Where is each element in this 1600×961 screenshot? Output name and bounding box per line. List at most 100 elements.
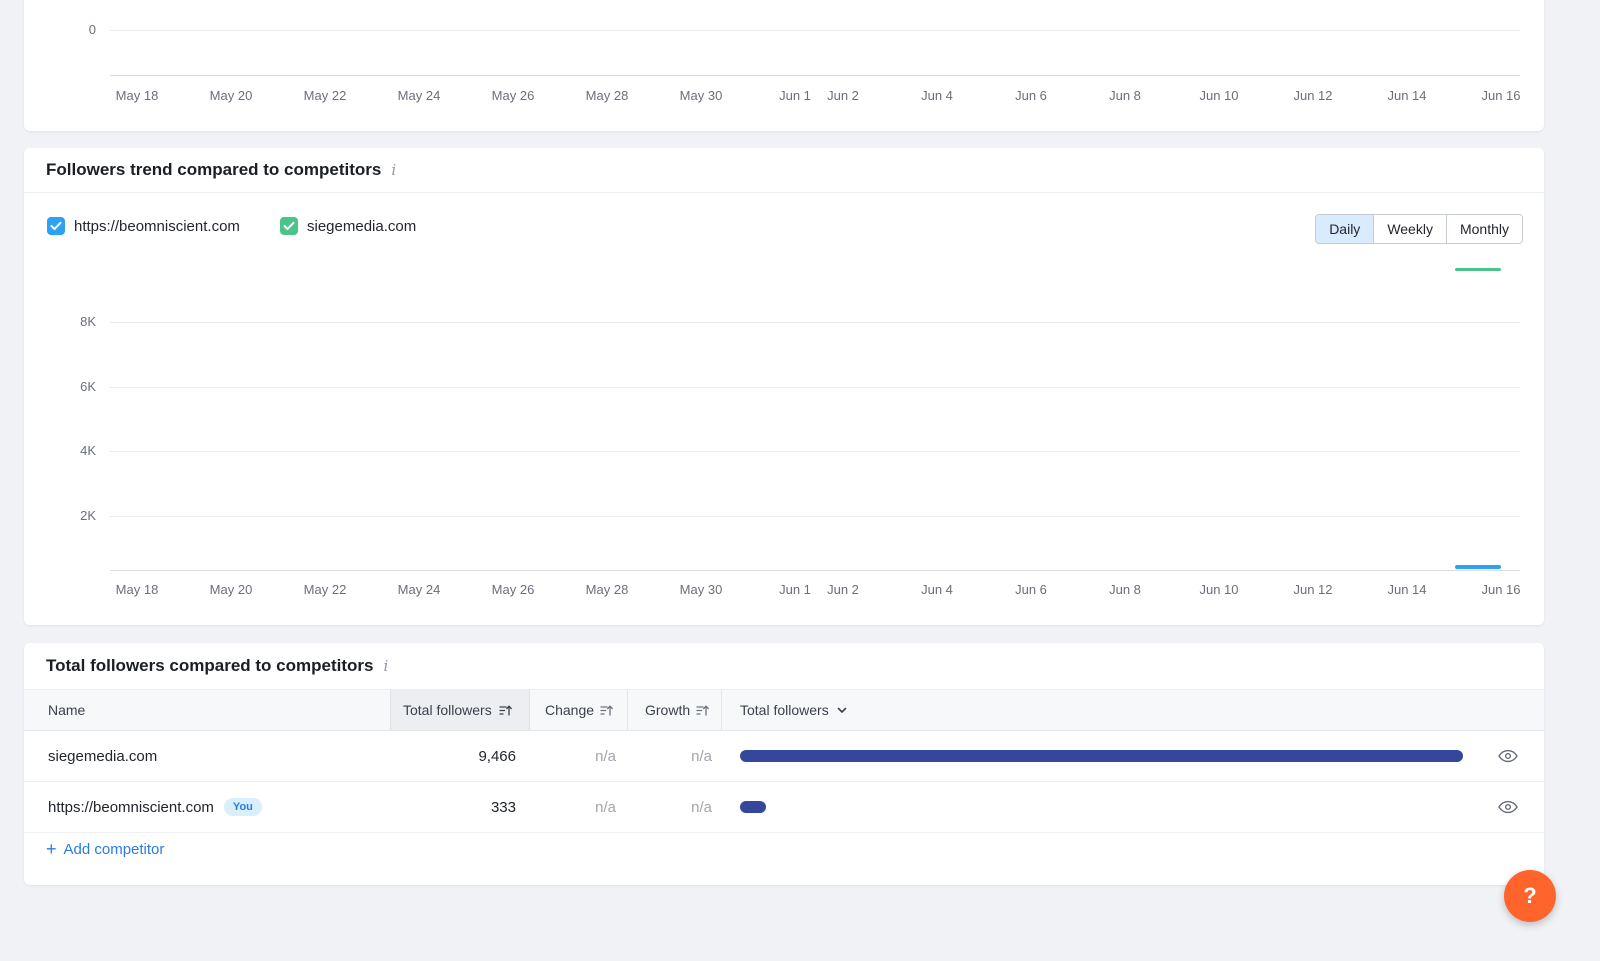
x-axis-label: May 30	[680, 582, 723, 597]
x-axis-label: Jun 12	[1293, 88, 1332, 103]
info-icon[interactable]: i	[383, 657, 388, 675]
y-axis-label: 2K	[56, 508, 96, 524]
y-axis-label: 4K	[56, 443, 96, 459]
x-axis-label: May 20	[210, 88, 253, 103]
legend-item-beomniscient[interactable]: https://beomniscient.com	[47, 217, 240, 235]
table-row-beomniscient: https://beomniscient.com You 333 n/a n/a	[24, 782, 1544, 833]
x-axis-label: May 22	[304, 88, 347, 103]
gridline	[110, 516, 1520, 517]
column-header-label: Total followers	[740, 702, 829, 718]
granularity-monthly-button[interactable]: Monthly	[1446, 215, 1522, 243]
check-icon	[283, 221, 295, 231]
growth-cell: n/a	[628, 748, 722, 765]
card-title: Total followers compared to competitors	[46, 656, 373, 676]
x-axis-label: May 18	[116, 582, 159, 597]
x-axis-label: Jun 10	[1199, 582, 1238, 597]
card-header: Followers trend compared to competitors …	[24, 148, 1544, 193]
chevron-down-icon	[836, 704, 848, 716]
x-axis-label: Jun 2	[827, 88, 859, 103]
total-followers-cell: 9,466	[390, 748, 530, 765]
top-chart-card: 0 May 18 May 20 May 22 May 24 May 26 May…	[24, 0, 1544, 131]
x-axis-label: Jun 16	[1481, 582, 1520, 597]
add-competitor-button[interactable]: + Add competitor	[46, 840, 164, 858]
growth-cell: n/a	[628, 799, 722, 816]
checkbox-siegemedia[interactable]	[280, 217, 298, 235]
legend-label: https://beomniscient.com	[74, 218, 240, 235]
y-axis-label-zero: 0	[56, 22, 96, 38]
followers-bar	[740, 750, 1463, 762]
bar-track	[740, 750, 1463, 762]
x-axis-label: May 24	[398, 582, 441, 597]
sort-icon	[600, 704, 613, 717]
x-axis-label: Jun 4	[921, 88, 953, 103]
x-axis-label: May 26	[492, 88, 535, 103]
siegemedia-line-series	[1455, 268, 1501, 271]
followers-trend-card: Followers trend compared to competitors …	[24, 148, 1544, 625]
page: 0 May 18 May 20 May 22 May 24 May 26 May…	[0, 0, 1600, 961]
change-cell: n/a	[530, 799, 628, 816]
check-icon	[50, 221, 62, 231]
column-header-bar-metric-select[interactable]: Total followers	[722, 690, 1544, 730]
checkbox-beomniscient[interactable]	[47, 217, 65, 235]
plus-icon: +	[46, 840, 57, 858]
info-icon[interactable]: i	[391, 161, 396, 179]
gridline	[110, 387, 1520, 388]
followers-bar	[740, 801, 766, 813]
granularity-daily-button[interactable]: Daily	[1316, 215, 1373, 243]
card-title: Followers trend compared to competitors	[46, 160, 381, 180]
x-axis-label: Jun 6	[1015, 582, 1047, 597]
x-axis-label: May 30	[680, 88, 723, 103]
total-followers-card: Total followers compared to competitors …	[24, 643, 1544, 885]
followers-bar-cell	[722, 749, 1544, 763]
column-header-label: Name	[48, 702, 85, 718]
change-cell: n/a	[530, 748, 628, 765]
x-axis-label: Jun 1	[779, 88, 811, 103]
x-axis-label: May 28	[586, 88, 629, 103]
bar-track	[740, 801, 1463, 813]
granularity-switch: Daily Weekly Monthly	[1315, 214, 1523, 244]
x-axis-label: Jun 14	[1387, 582, 1426, 597]
gridline-zero	[110, 30, 1520, 31]
column-header-total-followers[interactable]: Total followers	[390, 690, 530, 730]
y-axis-label: 8K	[56, 314, 96, 330]
followers-bar-cell	[722, 800, 1544, 814]
legend-item-siegemedia[interactable]: siegemedia.com	[280, 217, 416, 235]
eye-icon[interactable]	[1498, 800, 1518, 814]
x-axis-label: May 20	[210, 582, 253, 597]
column-header-label: Change	[545, 702, 594, 718]
column-header-growth[interactable]: Growth	[628, 690, 722, 730]
card-header: Total followers compared to competitors …	[24, 643, 1544, 689]
column-header-label: Growth	[645, 702, 690, 718]
help-button[interactable]: ?	[1504, 870, 1556, 922]
competitor-name-cell: siegemedia.com	[24, 748, 390, 765]
x-axis-line	[110, 570, 1520, 571]
x-axis-label: May 28	[586, 582, 629, 597]
column-header-name: Name	[24, 690, 390, 730]
x-axis-line	[110, 75, 1520, 76]
x-axis-label: May 18	[116, 88, 159, 103]
x-axis-label: May 26	[492, 582, 535, 597]
total-followers-cell: 333	[390, 799, 530, 816]
column-header-label: Total followers	[403, 702, 492, 718]
eye-icon[interactable]	[1498, 749, 1518, 763]
granularity-weekly-button[interactable]: Weekly	[1373, 215, 1446, 243]
sort-icon	[499, 704, 512, 717]
x-axis-label: Jun 6	[1015, 88, 1047, 103]
competitor-name: https://beomniscient.com	[48, 799, 214, 816]
x-axis-label: Jun 8	[1109, 88, 1141, 103]
x-axis-label: Jun 14	[1387, 88, 1426, 103]
sort-icon	[696, 704, 709, 717]
x-axis-label: Jun 2	[827, 582, 859, 597]
competitor-name-cell: https://beomniscient.com You	[24, 798, 390, 816]
y-axis-label: 6K	[56, 379, 96, 395]
add-competitor-label: Add competitor	[64, 841, 165, 858]
x-axis-label: Jun 16	[1481, 88, 1520, 103]
x-axis-label: May 22	[304, 582, 347, 597]
x-axis-label: Jun 4	[921, 582, 953, 597]
beomniscient-line-series	[1455, 565, 1501, 569]
table-row-siegemedia: siegemedia.com 9,466 n/a n/a	[24, 731, 1544, 782]
you-badge: You	[224, 798, 262, 816]
column-header-change[interactable]: Change	[530, 690, 628, 730]
legend-label: siegemedia.com	[307, 218, 416, 235]
x-axis-label: May 24	[398, 88, 441, 103]
